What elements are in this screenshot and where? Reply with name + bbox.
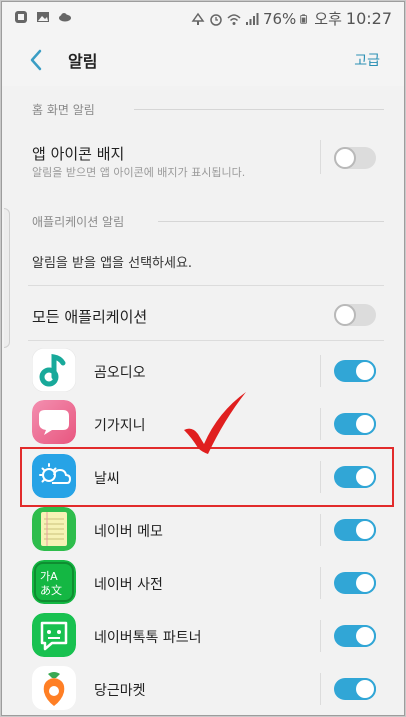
app-toggle[interactable] (334, 519, 376, 541)
section-divider (134, 109, 384, 110)
red-checkmark-icon (184, 392, 246, 454)
badge-setting-subtitle: 알림을 받으면 앱 아이콘에 배지가 표시됩니다. (32, 166, 246, 179)
dictionary-icon: 가A あ文 (32, 560, 76, 604)
badge-setting-title: 앱 아이콘 배지 (32, 145, 125, 163)
app-toggle[interactable] (334, 413, 376, 435)
app-name: 네이버톡톡 파트너 (94, 630, 202, 646)
notepad-icon (32, 507, 76, 551)
row-divider (28, 340, 384, 341)
all-apps-label: 모든 애플리케이션 (32, 308, 148, 326)
weather-icon (32, 454, 76, 498)
cloud-icon (59, 13, 71, 22)
status-bar: 76% 오후 10:27 (2, 2, 404, 34)
section-divider (158, 221, 384, 222)
app-toggle[interactable] (334, 360, 376, 382)
row-divider (28, 285, 384, 286)
svg-text:あ文: あ文 (40, 583, 62, 597)
advanced-button[interactable]: 고급 (354, 50, 380, 70)
app-name: 당근마켓 (94, 683, 146, 699)
phone-screen: 76% 오후 10:27 알림 고급 홈 화면 알림 앱 아이콘 배지 알림을 … (1, 1, 405, 716)
app-name: 네이버 사전 (94, 577, 163, 593)
app-toggle[interactable] (334, 466, 376, 488)
alarm-icon (210, 13, 222, 26)
app-toggle[interactable] (334, 678, 376, 700)
chat-icon (32, 613, 76, 657)
app-toggle[interactable] (334, 572, 376, 594)
section-label-home: 홈 화면 알림 (32, 103, 95, 117)
gallery-icon (37, 12, 49, 22)
ampm: 오후 (314, 10, 342, 28)
all-apps-toggle[interactable] (334, 304, 376, 326)
battery-icon (300, 13, 308, 24)
clock: 10:27 (345, 9, 392, 28)
edge-panel-handle[interactable] (4, 208, 10, 348)
app-name: 기가지니 (94, 418, 146, 434)
section-label-apps: 애플리케이션 알림 (32, 215, 125, 229)
badge-toggle[interactable] (334, 147, 376, 169)
app-toggle[interactable] (334, 625, 376, 647)
battery-percent: 76% (262, 9, 297, 28)
svg-text:가A: 가A (40, 570, 58, 583)
app-header: 알림 고급 (2, 34, 404, 86)
wifi-icon (227, 13, 241, 25)
vertical-separator (320, 140, 321, 174)
signal-icon (245, 12, 259, 25)
carrot-icon (32, 666, 76, 710)
music-note-icon (32, 348, 76, 392)
app-name: 네이버 메모 (94, 524, 163, 540)
instruction-text: 알림을 받을 앱을 선택하세요. (32, 256, 193, 271)
app-name: 날씨 (94, 471, 120, 487)
sync-icon (191, 12, 205, 25)
notification-app-icon (15, 11, 27, 23)
back-arrow-icon[interactable] (26, 46, 48, 74)
speech-bubble-icon (32, 400, 76, 444)
page-title: 알림 (68, 52, 98, 71)
app-name: 곰오디오 (94, 365, 146, 381)
